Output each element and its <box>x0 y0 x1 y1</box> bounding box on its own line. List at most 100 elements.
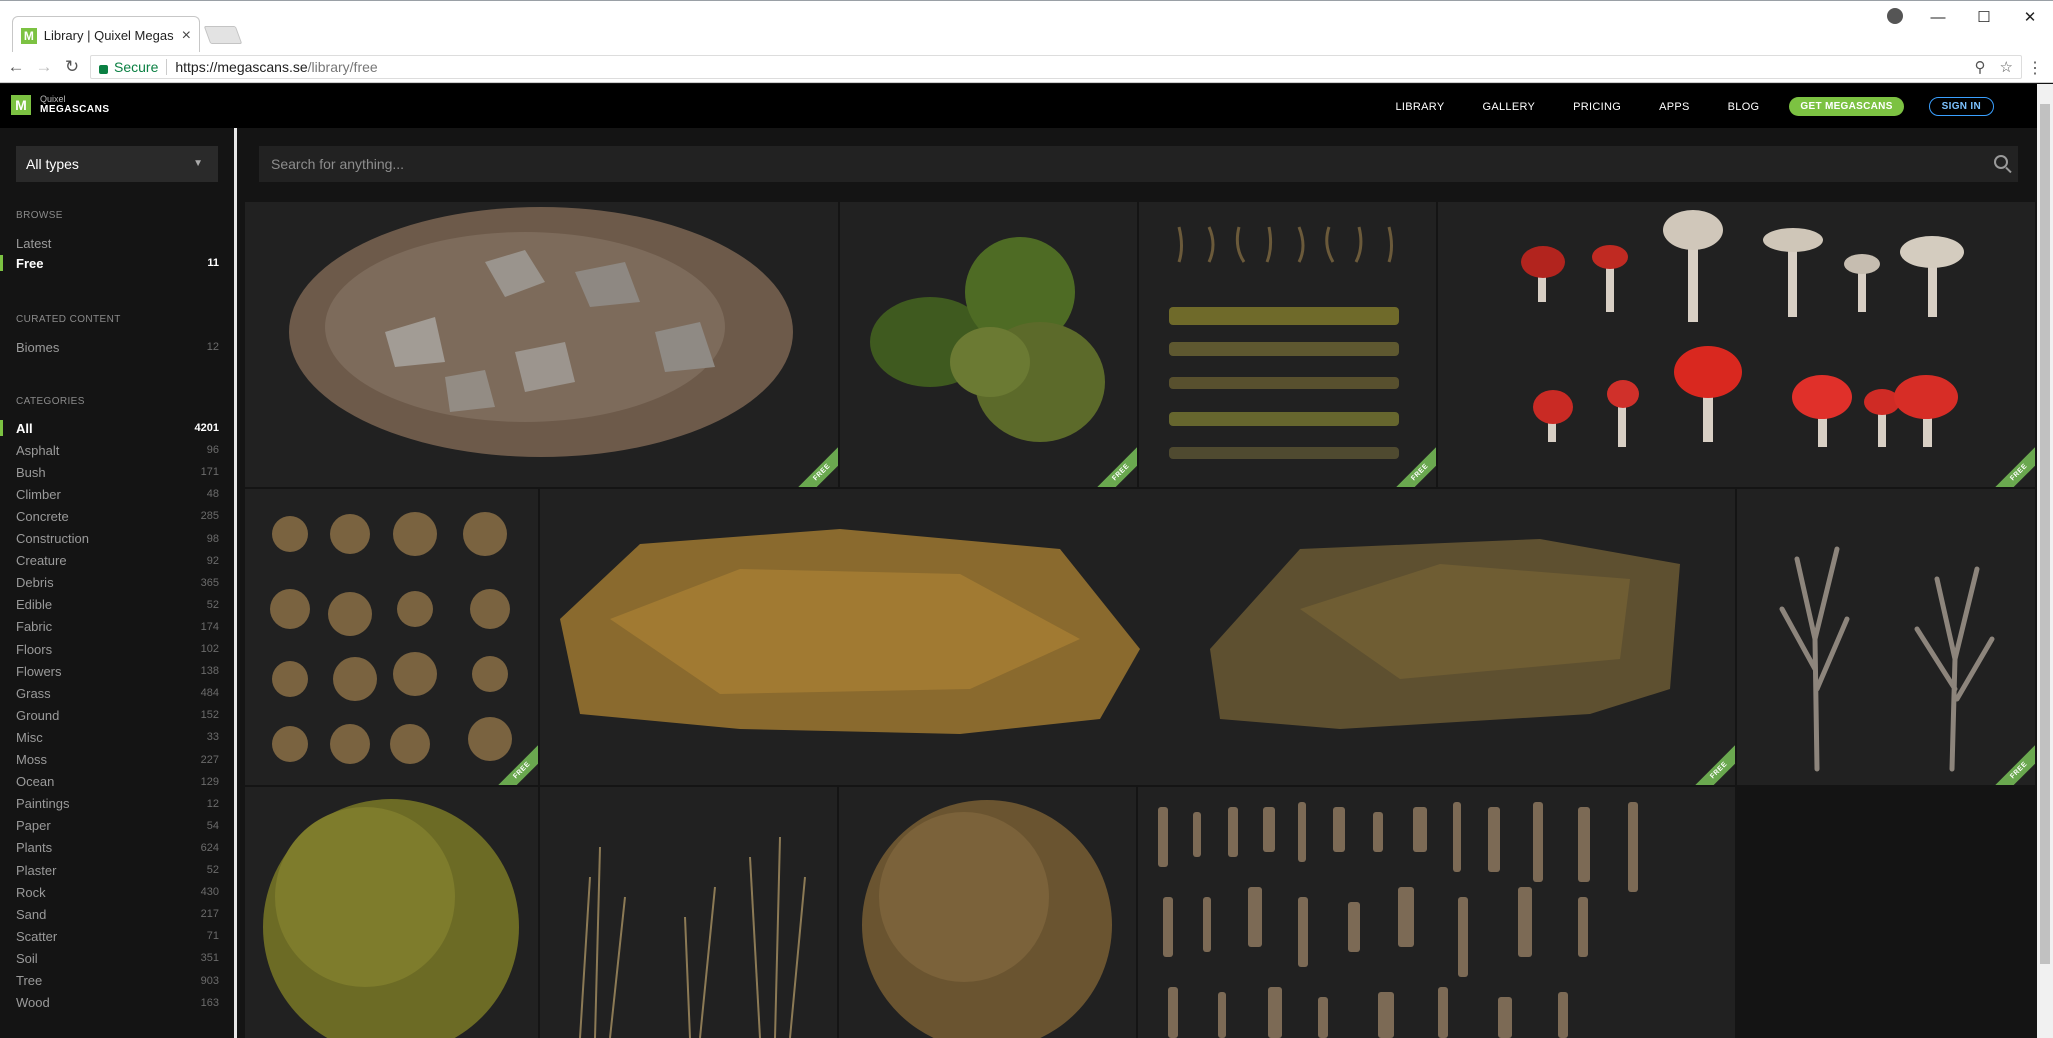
bookmark-star-icon[interactable]: ☆ <box>2000 58 2013 76</box>
browser-tab[interactable]: M Library | Quixel Megascans × <box>12 16 200 54</box>
category-count: 102 <box>200 643 219 655</box>
curated-label: Biomes <box>16 339 60 355</box>
asset-tile-wood-sticks[interactable] <box>1138 787 1735 1038</box>
category-item[interactable]: Scatter 71 <box>16 926 219 946</box>
roots-scatter-thumbnail <box>1169 226 1399 459</box>
sign-in-button[interactable]: SIGN IN <box>1928 97 1994 116</box>
megascans-favicon: M <box>21 27 37 44</box>
category-item[interactable]: Fabric 174 <box>16 617 219 637</box>
asset-tile-dry-grass[interactable] <box>540 787 837 1038</box>
category-count: 54 <box>206 819 219 832</box>
library-main: FREE FREE FREE <box>240 128 2037 1038</box>
search-icon[interactable] <box>1994 155 2008 169</box>
category-count: 4201 <box>194 422 219 434</box>
category-item[interactable]: Climber 48 <box>16 484 219 504</box>
category-item[interactable]: Tree 903 <box>16 971 219 991</box>
browser-toolbar: ← → ↻ Secure https://megascans.se/librar… <box>0 52 2053 83</box>
category-item[interactable]: Asphalt 96 <box>16 440 219 460</box>
category-label: Scatter <box>16 928 58 944</box>
category-item[interactable]: Debris 365 <box>16 573 219 593</box>
asset-tile-soil-surface[interactable] <box>839 787 1136 1038</box>
category-item[interactable]: Misc 33 <box>16 727 219 747</box>
category-count: 12 <box>206 797 219 810</box>
address-bar[interactable]: Secure https://megascans.se/library/free… <box>90 55 2022 79</box>
browser-tabbar: M Library | Quixel Megascans × — ☐ ✕ <box>0 0 2053 54</box>
asset-tile-dried-plants[interactable]: FREE <box>245 489 538 785</box>
nav-apps[interactable]: APPS <box>1659 101 1690 113</box>
category-count: 52 <box>206 598 219 611</box>
category-item[interactable]: Ocean 129 <box>16 772 219 792</box>
category-label: Asphalt <box>16 442 60 458</box>
category-label: Construction <box>16 531 89 546</box>
category-item[interactable]: Flowers 138 <box>16 661 219 681</box>
close-window-icon[interactable]: ✕ <box>2007 8 2053 26</box>
minimize-icon[interactable]: — <box>1915 9 1961 26</box>
category-item[interactable]: Concrete 285 <box>16 506 219 526</box>
logo-mark-icon: M <box>11 95 31 115</box>
nav-library[interactable]: LIBRARY <box>1396 101 1445 113</box>
category-item[interactable]: Creature 92 <box>16 551 219 571</box>
nav-pricing[interactable]: PRICING <box>1573 101 1621 113</box>
scrollbar-thumb[interactable] <box>2040 104 2050 964</box>
category-item[interactable]: All 4201 <box>16 418 219 438</box>
asset-tile-rock-debris[interactable]: FREE <box>245 202 838 487</box>
category-item[interactable]: Construction 98 <box>16 529 219 549</box>
category-label: Grass <box>16 685 51 701</box>
category-item[interactable]: Edible 52 <box>16 595 219 615</box>
secure-label: Secure <box>114 59 159 75</box>
category-item[interactable]: Floors 102 <box>16 639 219 659</box>
category-item[interactable]: Ground 152 <box>16 705 219 725</box>
category-item[interactable]: Wood 163 <box>16 993 219 1013</box>
caret-down-icon: ▼ <box>193 158 203 169</box>
category-label: Floors <box>16 641 53 657</box>
category-item[interactable]: Paintings 12 <box>16 794 219 814</box>
close-tab-icon[interactable]: × <box>182 27 191 45</box>
category-item[interactable]: Rock 430 <box>16 882 219 902</box>
tab-title: Library | Quixel Megascans <box>43 28 174 43</box>
category-count: 33 <box>206 731 219 744</box>
back-arrow-icon[interactable]: ← <box>4 57 28 77</box>
asset-tile-fern[interactable]: FREE <box>840 202 1137 487</box>
page-scrollbar[interactable] <box>2037 84 2053 1038</box>
asset-tile-mushrooms[interactable]: FREE <box>1438 202 2035 487</box>
new-tab-button[interactable] <box>203 26 243 44</box>
browse-item[interactable]: Free 11 <box>16 253 219 273</box>
category-count: 351 <box>200 952 219 965</box>
asset-tile-boulders[interactable]: FREE <box>540 489 1735 785</box>
get-megascans-button[interactable]: GET MEGASCANS <box>1789 97 1904 116</box>
category-label: Edible <box>16 597 53 613</box>
category-item[interactable]: Plants 624 <box>16 838 219 858</box>
asset-tile-dead-trees[interactable]: FREE <box>1737 489 2035 785</box>
asset-tile-roots-scatter[interactable]: FREE <box>1139 202 1436 487</box>
forward-arrow-icon[interactable]: → <box>32 57 56 77</box>
browser-menu-icon[interactable]: ⋮ <box>2027 58 2043 78</box>
search-bar[interactable] <box>259 146 2018 182</box>
asset-tile-moss-surface[interactable] <box>245 787 538 1038</box>
zoom-icon[interactable]: ⚲ <box>1975 58 1986 76</box>
category-item[interactable]: Bush 171 <box>16 462 219 482</box>
dry-grass-thumbnail <box>579 836 806 1038</box>
boulders-thumbnail <box>560 529 1680 734</box>
reload-icon[interactable]: ↻ <box>60 57 84 77</box>
category-item[interactable]: Moss 227 <box>16 750 219 770</box>
logo-megascans-text: MEGASCANS <box>40 104 110 115</box>
category-count: 285 <box>200 510 219 523</box>
megascans-logo[interactable]: M Quixel MEGASCANS <box>11 95 110 115</box>
search-input[interactable] <box>271 156 1971 172</box>
nav-gallery[interactable]: GALLERY <box>1482 101 1535 113</box>
curated-item[interactable]: Biomes 12 <box>16 337 219 357</box>
asset-type-dropdown[interactable]: All types ▼ <box>16 146 218 182</box>
profile-icon[interactable] <box>1887 8 1903 24</box>
category-item[interactable]: Sand 217 <box>16 904 219 924</box>
category-item[interactable]: Plaster 52 <box>16 860 219 880</box>
category-item[interactable]: Paper 54 <box>16 816 219 836</box>
category-item[interactable]: Grass 484 <box>16 683 219 703</box>
nav-blog[interactable]: BLOG <box>1728 101 1760 113</box>
category-label: Wood <box>16 995 50 1011</box>
category-item[interactable]: Soil 351 <box>16 948 219 968</box>
maximize-icon[interactable]: ☐ <box>1961 8 2007 26</box>
category-label: Debris <box>16 575 54 591</box>
browse-item[interactable]: Latest <box>16 233 219 253</box>
active-indicator <box>0 420 3 436</box>
browse-count: 11 <box>207 257 219 269</box>
